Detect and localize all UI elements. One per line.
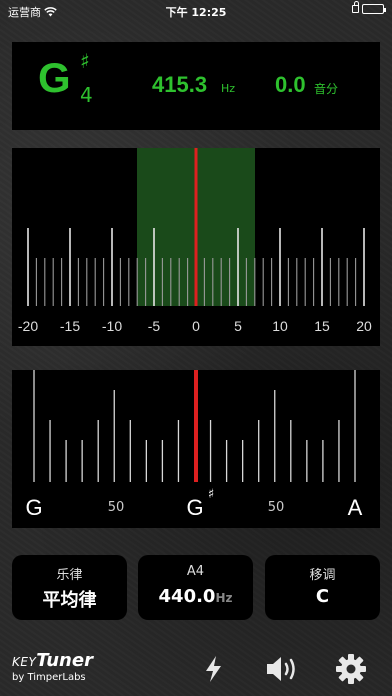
temperament-button[interactable]: 乐律 平均律 bbox=[12, 555, 127, 620]
status-time: 下午 12:25 bbox=[165, 6, 227, 19]
settings-button[interactable] bbox=[334, 652, 368, 686]
coarse-meter-graphic: G 50 G ♯ 50 A bbox=[25, 370, 363, 520]
transpose-button[interactable]: 移调 C bbox=[265, 555, 380, 620]
fine-tick-label: -15 bbox=[60, 318, 80, 334]
fine-tuning-meter: -20 -15 -10 -5 0 5 10 15 20 bbox=[12, 148, 380, 346]
sound-button[interactable] bbox=[264, 652, 298, 686]
coarse-center-accidental: ♯ bbox=[208, 487, 214, 502]
frequency-value: 415.3 bbox=[152, 72, 208, 97]
transpose-value: C bbox=[315, 586, 330, 607]
fine-tick-label: -5 bbox=[148, 318, 161, 334]
app-logo: KEYTuner by TimperLabs bbox=[12, 650, 93, 683]
note-letter: G bbox=[38, 54, 71, 101]
logo-by: by TimperLabs bbox=[12, 672, 86, 683]
note-display: G ♯ 4 415.3 Hz 0.0 音分 bbox=[12, 42, 380, 130]
coarse-left-note: G bbox=[25, 495, 42, 520]
reference-pitch-label: A4 bbox=[186, 564, 205, 579]
flash-icon bbox=[206, 656, 221, 682]
temperament-value: 平均律 bbox=[42, 590, 97, 611]
reference-pitch-field: 440.0Hz bbox=[138, 586, 253, 607]
gear-icon bbox=[336, 654, 366, 684]
speaker-icon bbox=[267, 657, 295, 681]
battery-icon bbox=[362, 4, 386, 14]
fine-tick-label: 20 bbox=[356, 318, 372, 334]
flash-button[interactable] bbox=[197, 652, 231, 686]
orientation-lock-icon bbox=[352, 1, 359, 13]
note-octave: 4 bbox=[80, 83, 93, 107]
note-accidental: ♯ bbox=[80, 49, 90, 73]
coarse-tuning-meter: G 50 G ♯ 50 A bbox=[12, 370, 380, 528]
fine-tick-label: 10 bbox=[272, 318, 288, 334]
temperament-label: 乐律 bbox=[56, 568, 83, 583]
cents-unit: 音分 bbox=[314, 82, 339, 96]
reference-pitch-unit: Hz bbox=[215, 591, 233, 605]
fine-tick-label: -20 bbox=[18, 318, 38, 334]
coarse-left-mid-label: 50 bbox=[108, 500, 125, 515]
frequency-unit: Hz bbox=[221, 82, 236, 95]
reference-pitch-button[interactable]: A4 440.0Hz bbox=[138, 555, 253, 620]
coarse-right-note: A bbox=[348, 495, 363, 520]
fine-meter-graphic: -20 -15 -10 -5 0 5 10 15 20 bbox=[18, 148, 372, 334]
fine-tick-label: 5 bbox=[234, 318, 242, 334]
cents-value: 0.0 bbox=[275, 72, 306, 97]
status-bar: 运营商 下午 12:25 bbox=[0, 0, 392, 22]
logo-key: KEY bbox=[12, 655, 37, 669]
fine-tick-label: -10 bbox=[102, 318, 122, 334]
coarse-right-mid-label: 50 bbox=[268, 500, 285, 515]
transpose-label: 移调 bbox=[309, 568, 336, 583]
fine-tick-label: 15 bbox=[314, 318, 330, 334]
logo-tuner: Tuner bbox=[36, 650, 93, 671]
coarse-center-note: G bbox=[186, 495, 203, 520]
reference-pitch-value: 440.0 bbox=[158, 586, 216, 607]
status-right bbox=[350, 1, 386, 14]
fine-tick-label: 0 bbox=[192, 318, 200, 334]
